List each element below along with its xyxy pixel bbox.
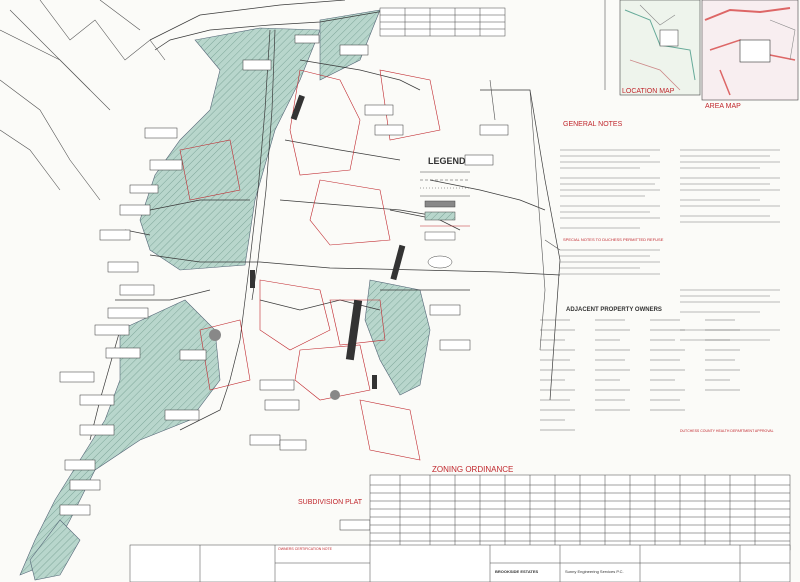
location-map bbox=[619, 0, 701, 96]
area-map bbox=[701, 0, 799, 101]
dutchess-approval-label: DUTCHESS COUNTY HEALTH DEPARTMENT APPROV… bbox=[680, 429, 774, 433]
general-notes-title: GENERAL NOTES bbox=[563, 121, 623, 128]
soils-table bbox=[379, 7, 506, 37]
subdivision-plan-sheet: LEGEND GENERAL NOTES LOCATION MAP AREA M… bbox=[0, 0, 800, 582]
adjacent-owners-list bbox=[540, 319, 740, 431]
special-notes-label: SPECIAL NOTES TO DUCHESS PERMITTED REFUS… bbox=[563, 237, 664, 242]
engineer-name: Sunny Engineering Services P.C. bbox=[565, 569, 624, 574]
zoning-title: ZONING ORDINANCE bbox=[432, 465, 514, 474]
owners-certification-label: OWNERS CERTIFICATION NOTE bbox=[278, 547, 332, 551]
zoning-ordinance-table bbox=[369, 474, 791, 551]
legend-title: LEGEND bbox=[428, 156, 466, 166]
location-map-title: LOCATION MAP bbox=[622, 88, 675, 95]
adjacent-owners-title: ADJACENT PROPERTY OWNERS bbox=[566, 307, 662, 313]
project-title: BROOKSIDE ESTATES bbox=[495, 569, 539, 574]
wetland-areas bbox=[19, 9, 431, 581]
subdivision-plat-title: SUBDIVISION PLAT bbox=[298, 499, 363, 506]
right-boundary-lines bbox=[489, 0, 606, 351]
area-map-title: AREA MAP bbox=[705, 103, 741, 110]
title-block bbox=[129, 544, 791, 582]
site-plan-drawing bbox=[0, 0, 799, 582]
left-boundary-lines bbox=[0, 0, 166, 201]
